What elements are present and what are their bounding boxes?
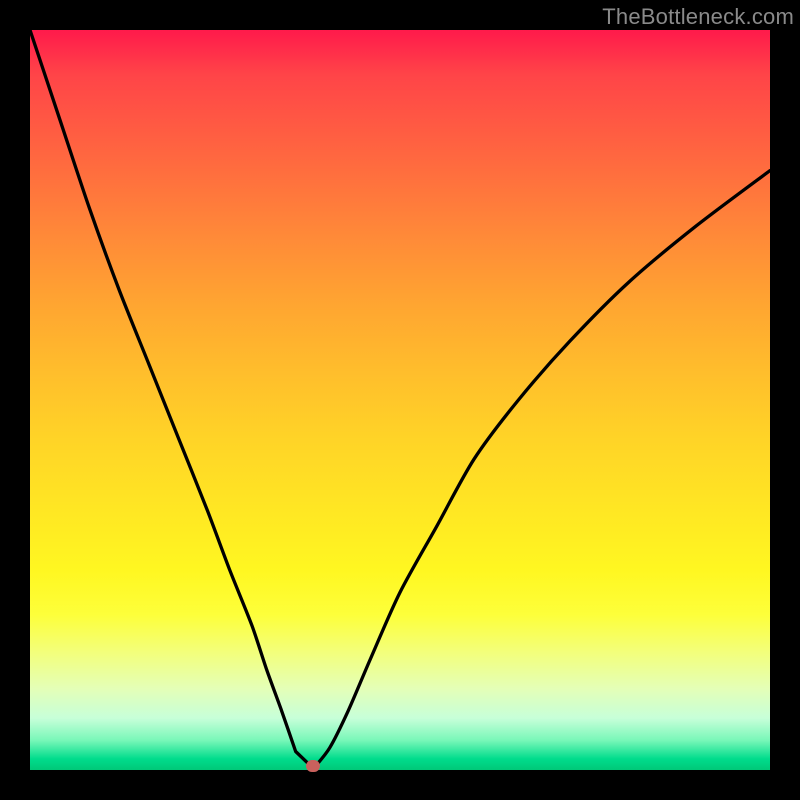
optimal-point-marker <box>306 760 320 772</box>
plot-area <box>30 30 770 770</box>
watermark-text: TheBottleneck.com <box>602 4 794 30</box>
bottleneck-curve <box>30 30 770 770</box>
chart-frame: TheBottleneck.com <box>0 0 800 800</box>
